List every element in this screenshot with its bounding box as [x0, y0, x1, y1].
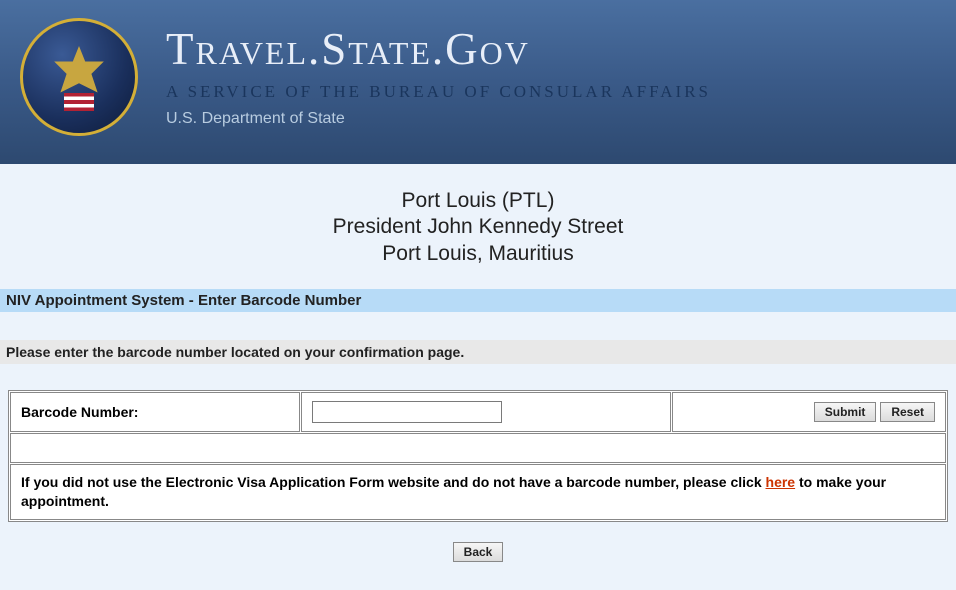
dos-seal-icon — [20, 18, 138, 136]
location-line-2: President John Kennedy Street — [8, 214, 948, 240]
info-text-pre: If you did not use the Electronic Visa A… — [21, 474, 766, 490]
main-content: Port Louis (PTL) President John Kennedy … — [0, 164, 956, 582]
form-buttons-cell: Submit Reset — [672, 392, 946, 432]
site-dept: U.S. Department of State — [166, 110, 711, 128]
barcode-input[interactable] — [312, 401, 502, 423]
back-button[interactable]: Back — [453, 542, 504, 562]
reset-button[interactable]: Reset — [880, 402, 935, 422]
site-header: Travel.State.Gov A SERVICE OF THE BUREAU… — [0, 0, 956, 164]
back-row: Back — [8, 522, 948, 572]
barcode-row: Barcode Number: Submit Reset — [10, 392, 946, 432]
barcode-form-table: Barcode Number: Submit Reset If you did … — [8, 390, 948, 522]
barcode-input-cell — [301, 392, 671, 432]
location-line-3: Port Louis, Mauritius — [8, 241, 948, 267]
site-subtitle: A SERVICE OF THE BUREAU OF CONSULAR AFFA… — [166, 82, 711, 102]
header-text-block: Travel.State.Gov A SERVICE OF THE BUREAU… — [166, 27, 711, 128]
section-title-bar: NIV Appointment System - Enter Barcode N… — [0, 289, 956, 312]
spacer-row — [10, 433, 946, 463]
here-link[interactable]: here — [766, 474, 796, 490]
submit-button[interactable]: Submit — [814, 402, 877, 422]
site-title: Travel.State.Gov — [166, 27, 711, 72]
info-row: If you did not use the Electronic Visa A… — [10, 464, 946, 520]
location-line-1: Port Louis (PTL) — [8, 188, 948, 214]
embassy-location: Port Louis (PTL) President John Kennedy … — [8, 188, 948, 267]
barcode-label: Barcode Number: — [10, 392, 300, 432]
instruction-bar: Please enter the barcode number located … — [0, 340, 956, 364]
